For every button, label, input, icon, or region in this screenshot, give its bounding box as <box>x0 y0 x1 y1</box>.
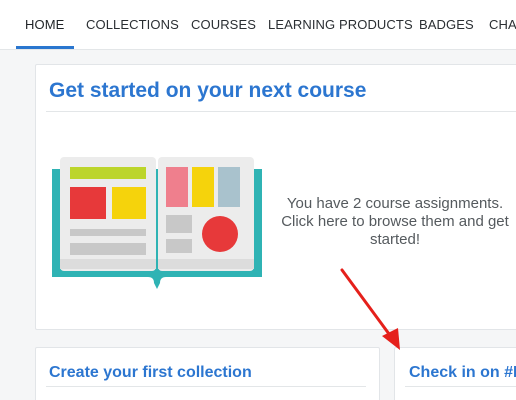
divider <box>405 386 516 387</box>
create-collection-card: Create your first collection <box>35 347 380 400</box>
page: HOME COLLECTIONS COURSES LEARNING PRODUC… <box>0 0 516 400</box>
active-tab-indicator <box>16 46 74 49</box>
tab-cha[interactable]: CHA <box>489 0 516 49</box>
course-assignments-message[interactable]: You have 2 course assignments. Click her… <box>270 195 516 249</box>
check-in-card: Check in on #N <box>394 347 516 400</box>
open-book-icon <box>52 157 262 289</box>
card-title[interactable]: Create your first collection <box>49 364 252 382</box>
next-course-card: Get started on your next course You have… <box>35 64 516 330</box>
tab-badges[interactable]: BADGES <box>419 0 474 49</box>
divider <box>46 386 366 387</box>
tab-home[interactable]: HOME <box>25 0 64 49</box>
tab-collections[interactable]: COLLECTIONS <box>86 0 179 49</box>
card-title: Get started on your next course <box>49 79 367 102</box>
tab-courses[interactable]: COURSES <box>191 0 256 49</box>
divider <box>46 111 516 112</box>
top-nav: HOME COLLECTIONS COURSES LEARNING PRODUC… <box>0 0 516 50</box>
tab-learning-products[interactable]: LEARNING PRODUCTS <box>268 0 413 49</box>
card-title[interactable]: Check in on #N <box>409 364 516 382</box>
